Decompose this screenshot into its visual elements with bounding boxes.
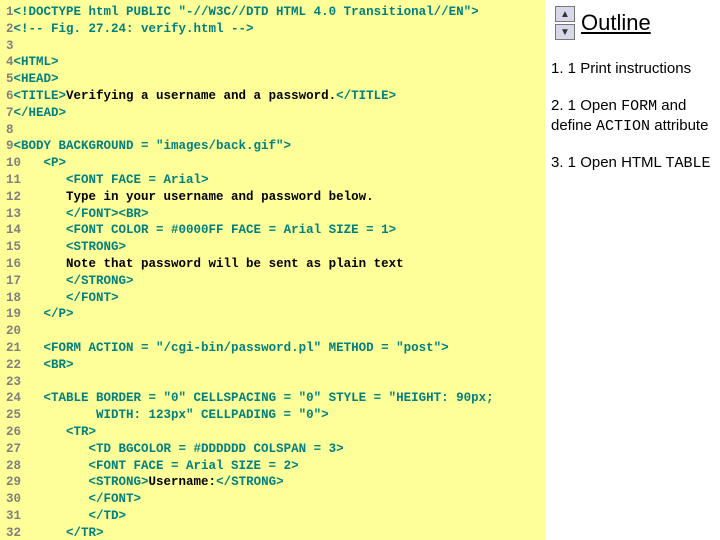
outline-panel: ▲ ▼ Outline 1. 1 Print instructions 2. 1… xyxy=(545,0,720,540)
outline-text: Open xyxy=(580,97,621,114)
outline-code: FORM xyxy=(621,98,657,115)
outline-code: ACTION xyxy=(596,118,650,135)
outline-num: 2. 1 xyxy=(551,97,576,114)
outline-code: TABLE xyxy=(666,155,711,172)
outline-text: attribute xyxy=(650,117,708,134)
outline-item-3: 3. 1 Open HTML TABLE xyxy=(551,154,714,174)
nav-arrows: ▲ ▼ xyxy=(555,6,575,40)
down-arrow-button[interactable]: ▼ xyxy=(555,24,575,40)
outline-text: Print instructions xyxy=(580,60,691,77)
outline-item-2: 2. 1 Open FORM and define ACTION attribu… xyxy=(551,97,714,137)
code-listing: 1<!DOCTYPE html PUBLIC "-//W3C//DTD HTML… xyxy=(0,0,545,540)
outline-item-1: 1. 1 Print instructions xyxy=(551,60,714,79)
up-arrow-button[interactable]: ▲ xyxy=(555,6,575,22)
outline-header: ▲ ▼ Outline xyxy=(551,0,714,50)
outline-num: 1. 1 xyxy=(551,60,576,77)
outline-title: Outline xyxy=(581,10,651,36)
outline-text: Open HTML xyxy=(580,154,665,171)
outline-num: 3. 1 xyxy=(551,154,576,171)
